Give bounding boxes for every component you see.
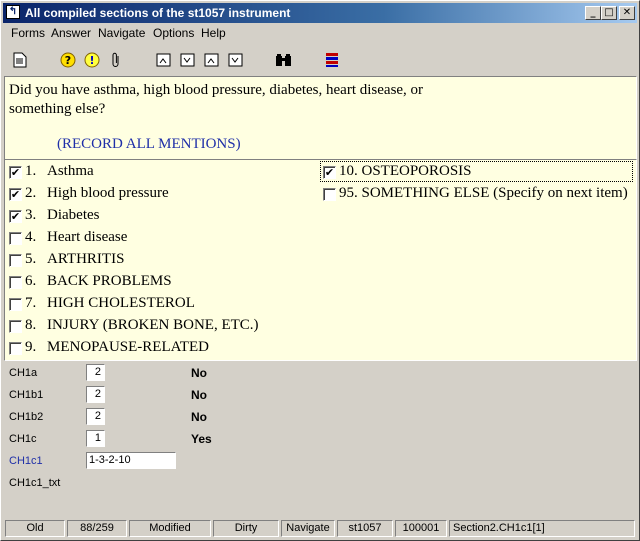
status-field-path: Section2.CH1c1[1] bbox=[449, 520, 635, 537]
status-dirty: Dirty bbox=[213, 520, 279, 537]
checkbox-option-95[interactable] bbox=[323, 188, 336, 201]
field-input-ch1c1[interactable]: 1-3-2-10 bbox=[86, 452, 176, 469]
window-title: All compiled sections of the st1057 inst… bbox=[25, 6, 291, 20]
field-label-ch1b2: CH1b2 bbox=[9, 411, 44, 423]
status-mode: Navigate bbox=[281, 520, 335, 537]
title-bar[interactable]: ↰ All compiled sections of the st1057 in… bbox=[3, 3, 637, 23]
menu-forms[interactable]: Forms bbox=[11, 26, 45, 40]
app-icon: ↰ bbox=[6, 5, 20, 19]
option-label: HIGH CHOLESTEROL bbox=[47, 295, 195, 311]
option-number: 8. bbox=[25, 317, 37, 333]
checkbox-option-10[interactable]: ✔ bbox=[323, 166, 336, 179]
option-label: INJURY (BROKEN BONE, ETC.) bbox=[47, 317, 259, 333]
options-panel: ✔ 1. Asthma ✔ 2. High blood pressure ✔ 3… bbox=[4, 159, 637, 361]
option-number: 9. bbox=[25, 339, 37, 355]
field-label-ch1b1: CH1b1 bbox=[9, 389, 44, 401]
flag-icon[interactable] bbox=[323, 51, 341, 69]
field-label-ch1c: CH1c bbox=[9, 433, 37, 445]
option-number: 3. bbox=[25, 207, 37, 223]
minimize-button[interactable]: _ bbox=[585, 6, 601, 20]
fields-panel: CH1a 2 No CH1b1 2 No CH1b2 2 No CH1c 1 Y… bbox=[4, 361, 635, 516]
option-label: Heart disease bbox=[47, 229, 128, 245]
question-text: Did you have asthma, high blood pressure… bbox=[9, 82, 424, 117]
checkbox-option-3[interactable]: ✔ bbox=[9, 210, 22, 223]
menu-answer[interactable]: Answer bbox=[51, 26, 91, 40]
option-label: MENOPAUSE-RELATED bbox=[47, 339, 209, 355]
menu-navigate[interactable]: Navigate bbox=[98, 26, 145, 40]
app-window: ↰ All compiled sections of the st1057 in… bbox=[0, 0, 640, 541]
form-nav-next-icon[interactable] bbox=[203, 51, 221, 69]
help-question-icon[interactable]: ? bbox=[59, 51, 77, 69]
status-position: 88/259 bbox=[67, 520, 127, 537]
menu-bar: Forms Answer Navigate Options Help bbox=[3, 24, 637, 42]
menu-help[interactable]: Help bbox=[201, 26, 226, 40]
option-number: 1. bbox=[25, 163, 37, 179]
checkbox-option-7[interactable] bbox=[9, 298, 22, 311]
field-input-ch1b1[interactable]: 2 bbox=[86, 386, 105, 403]
record-instruction: (RECORD ALL MENTIONS) bbox=[57, 136, 241, 152]
form-nav-prev-icon[interactable] bbox=[179, 51, 197, 69]
close-button[interactable]: ✕ bbox=[619, 6, 635, 20]
option-number: 4. bbox=[25, 229, 37, 245]
option-number: 2. bbox=[25, 185, 37, 201]
field-input-ch1b2[interactable]: 2 bbox=[86, 408, 105, 425]
field-answer-ch1a: No bbox=[191, 366, 207, 380]
field-label-ch1c1-txt: CH1c1_txt bbox=[9, 477, 61, 489]
option-label: BACK PROBLEMS bbox=[47, 273, 172, 289]
menu-options[interactable]: Options bbox=[153, 26, 194, 40]
maximize-button[interactable]: □ bbox=[601, 6, 617, 20]
checkbox-option-6[interactable] bbox=[9, 276, 22, 289]
status-record-state: Old bbox=[5, 520, 65, 537]
field-label-ch1a: CH1a bbox=[9, 367, 38, 379]
status-modified: Modified bbox=[129, 520, 211, 537]
form-nav-first-icon[interactable] bbox=[155, 51, 173, 69]
svg-text:!: ! bbox=[89, 54, 94, 67]
checkbox-option-5[interactable] bbox=[9, 254, 22, 267]
option-number: 6. bbox=[25, 273, 37, 289]
svg-text:?: ? bbox=[65, 54, 71, 67]
option-label: 95. SOMETHING ELSE (Specify on next item… bbox=[339, 185, 628, 201]
status-instrument: st1057 bbox=[337, 520, 393, 537]
field-input-ch1a[interactable]: 2 bbox=[86, 364, 105, 381]
option-label: Diabetes bbox=[47, 207, 100, 223]
field-answer-ch1b1: No bbox=[191, 388, 207, 402]
form-nav-last-icon[interactable] bbox=[227, 51, 245, 69]
option-label: High blood pressure bbox=[47, 185, 169, 201]
checkbox-option-4[interactable] bbox=[9, 232, 22, 245]
option-label: ARTHRITIS bbox=[47, 251, 125, 267]
checkbox-option-2[interactable]: ✔ bbox=[9, 188, 22, 201]
option-number: 7. bbox=[25, 295, 37, 311]
field-answer-ch1b2: No bbox=[191, 410, 207, 424]
info-exclamation-icon[interactable]: ! bbox=[83, 51, 101, 69]
field-input-ch1c[interactable]: 1 bbox=[86, 430, 105, 447]
checkbox-option-9[interactable] bbox=[9, 342, 22, 355]
checkbox-option-1[interactable]: ✔ bbox=[9, 166, 22, 179]
status-case-id: 100001 bbox=[395, 520, 447, 537]
checkbox-option-8[interactable] bbox=[9, 320, 22, 333]
toolbar: ? ! bbox=[3, 45, 637, 75]
field-label-ch1c1: CH1c1 bbox=[9, 455, 43, 467]
search-binoculars-icon[interactable] bbox=[275, 51, 293, 69]
option-label: 10. OSTEOPOROSIS bbox=[339, 163, 472, 179]
paperclip-icon[interactable] bbox=[107, 51, 125, 69]
status-bar: Old 88/259 Modified Dirty Navigate st105… bbox=[3, 519, 637, 538]
option-number: 5. bbox=[25, 251, 37, 267]
field-answer-ch1c: Yes bbox=[191, 432, 212, 446]
document-icon[interactable] bbox=[11, 51, 29, 69]
question-panel: Did you have asthma, high blood pressure… bbox=[4, 76, 637, 160]
option-label: Asthma bbox=[47, 163, 94, 179]
